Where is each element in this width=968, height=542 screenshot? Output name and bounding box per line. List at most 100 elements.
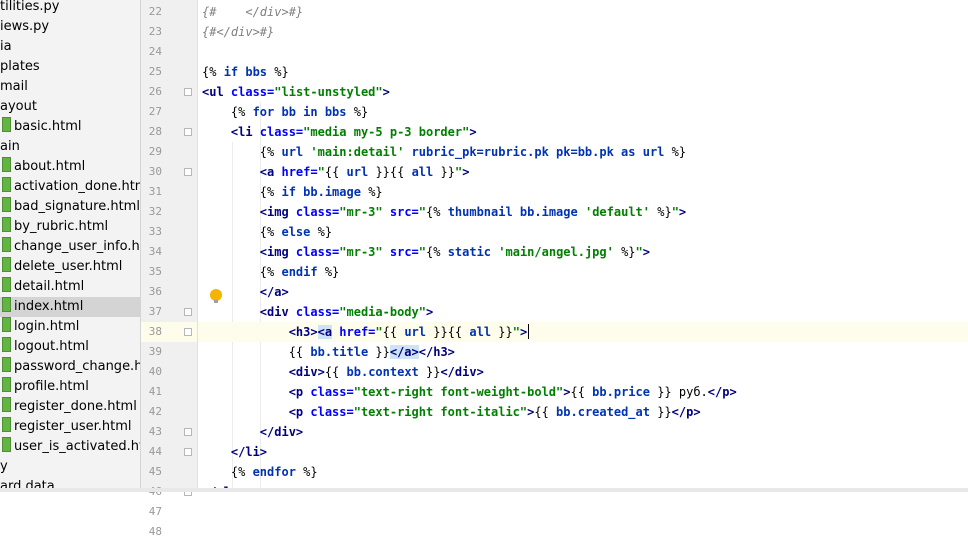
project-tree-file[interactable]: by_rubric.html [0,217,108,237]
code-token: %} [346,105,369,119]
project-tree-folder[interactable]: y [0,457,8,477]
code-token: </p> [671,405,701,419]
html-file-icon [2,257,11,272]
code-token: {{ [382,325,405,339]
code-token: {{ [324,165,347,179]
fold-marker-icon[interactable] [184,128,192,136]
code-line[interactable] [198,42,968,62]
code-line[interactable]: <p class="text-right font-weight-bold">{… [198,382,968,402]
code-line[interactable]: {% if bbs %} [198,62,968,82]
code-token: <div> [202,365,325,379]
project-tree-file[interactable]: activation_done.html [0,177,141,197]
project-tree-folder[interactable]: ia [0,37,12,57]
project-tree-folder[interactable]: ain [0,137,20,157]
project-tree-label: user_is_activated.html [14,439,140,454]
code-line[interactable]: </li> [198,442,968,462]
project-tree-file[interactable]: login.html [0,317,79,337]
code-token: class= [310,405,354,419]
fold-marker-icon[interactable] [184,88,192,96]
project-tree-file[interactable]: bad_signature.html [0,197,140,217]
fold-marker-icon[interactable] [184,448,192,456]
code-token: %} [650,205,672,219]
project-tree-folder[interactable]: ayout [0,97,37,117]
code-token: for bb in bbs [252,105,347,119]
project-tree-label: change_user_info.html [14,239,140,254]
code-token: </div> [202,425,304,439]
code-token: src= [382,205,419,219]
code-line[interactable]: <div>{{ bb.context }}</div> [198,362,968,382]
code-token: }}{{ [368,165,412,179]
project-tree-label: login.html [14,319,80,334]
code-token: bb.title [310,345,369,359]
project-tree-file[interactable]: about.html [0,157,85,177]
project-tree-file[interactable]: change_user_info.html [0,237,140,257]
fold-marker-icon[interactable] [184,168,192,176]
project-tree-file[interactable]: register_user.html [0,417,132,437]
code-token: %} [295,465,318,479]
project-tree-file[interactable]: basic.html [0,117,82,137]
project-tree-file[interactable]: delete_user.html [0,257,122,277]
project-tree-label: ain [0,139,20,154]
fold-marker-icon[interactable] [184,428,192,436]
code-line[interactable]: <p class="text-right font-italic">{{ bb.… [198,402,968,422]
code-line[interactable]: {% else %} [198,222,968,242]
code-token: }} [433,165,455,179]
line-number: 48 [148,525,162,538]
fold-marker-icon[interactable] [184,328,192,336]
project-tree-folder[interactable]: iews.py [0,17,49,37]
code-line[interactable]: {% url 'main:detail' rubric_pk=rubric.pk… [198,142,968,162]
code-token: bb.context [346,365,419,379]
code-editor[interactable]: {# </div>#} {#</div>#} {% if bbs %} <ul cla… [198,0,968,492]
code-line[interactable]: <img class="mr-3" src="{% thumbnail bb.i… [198,202,968,222]
code-line[interactable]: {#</div>#} [198,22,968,42]
code-line[interactable]: <img class="mr-3" src="{% static 'main/a… [198,242,968,262]
code-line[interactable]: {% for bb in bbs %} [198,102,968,122]
code-line[interactable]: </a> [198,282,968,302]
code-line[interactable]: {{ bb.title }}</a></h3> [198,342,968,362]
html-file-icon [2,357,11,372]
code-line[interactable]: <ul class="list-unstyled"> [198,82,968,102]
project-tree-label: profile.html [14,379,89,394]
code-token: " [418,245,426,259]
code-line[interactable]: {% endif %} [198,262,968,282]
project-tree-label: activation_done.html [14,179,141,194]
code-token: src= [382,245,419,259]
project-tree-file[interactable]: logout.html [0,337,89,357]
code-token: }} [368,345,390,359]
code-line[interactable]: <a href="{{ url }}{{ all }}"> [198,162,968,182]
fold-marker-icon[interactable] [184,308,192,316]
project-tree-file[interactable]: detail.html [0,277,84,297]
code-line[interactable]: <li class="media my-5 p-3 border"> [198,122,968,142]
horizontal-scrollbar[interactable] [0,488,968,492]
html-file-icon [2,337,11,352]
code-token: else [281,225,311,239]
code-token: {{ [202,345,311,359]
line-number: 32 [148,205,162,218]
code-token: class= [230,85,275,99]
code-token: </a> [202,285,289,299]
code-token: {{ [570,385,593,399]
code-token: " [635,245,643,259]
project-tree-folder[interactable]: plates [0,57,40,77]
code-line[interactable]: <div class="media-body"> [198,302,968,322]
code-line[interactable]: {% if bb.image %} [198,182,968,202]
code-token: url [346,165,369,179]
project-tree-folder[interactable]: tilities.py [0,0,60,17]
code-line[interactable]: <h3><a href="{{ url }}{{ all }}"> [198,322,968,342]
code-token: if bb.image [281,185,361,199]
project-tree-label: ayout [0,99,37,114]
code-token: </h3> [418,345,455,359]
line-number: 31 [148,185,162,198]
project-tree-folder[interactable]: mail [0,77,28,97]
project-tree-file[interactable]: password_change.html [0,357,140,377]
project-tree-file[interactable]: profile.html [0,377,89,397]
project-tree-file[interactable]: user_is_activated.html [0,437,140,457]
code-line[interactable]: {% endfor %} [198,462,968,482]
project-tree-file[interactable]: register_done.html [0,397,137,417]
code-token: %} [267,65,289,79]
code-line[interactable]: </div> [198,422,968,442]
code-token: "text-right font-weight-bold" [353,385,564,399]
project-tree-file[interactable]: index.html [0,297,140,317]
code-token: thumbnail bb.image [447,205,585,219]
code-line[interactable]: {# </div>#} [198,2,968,22]
